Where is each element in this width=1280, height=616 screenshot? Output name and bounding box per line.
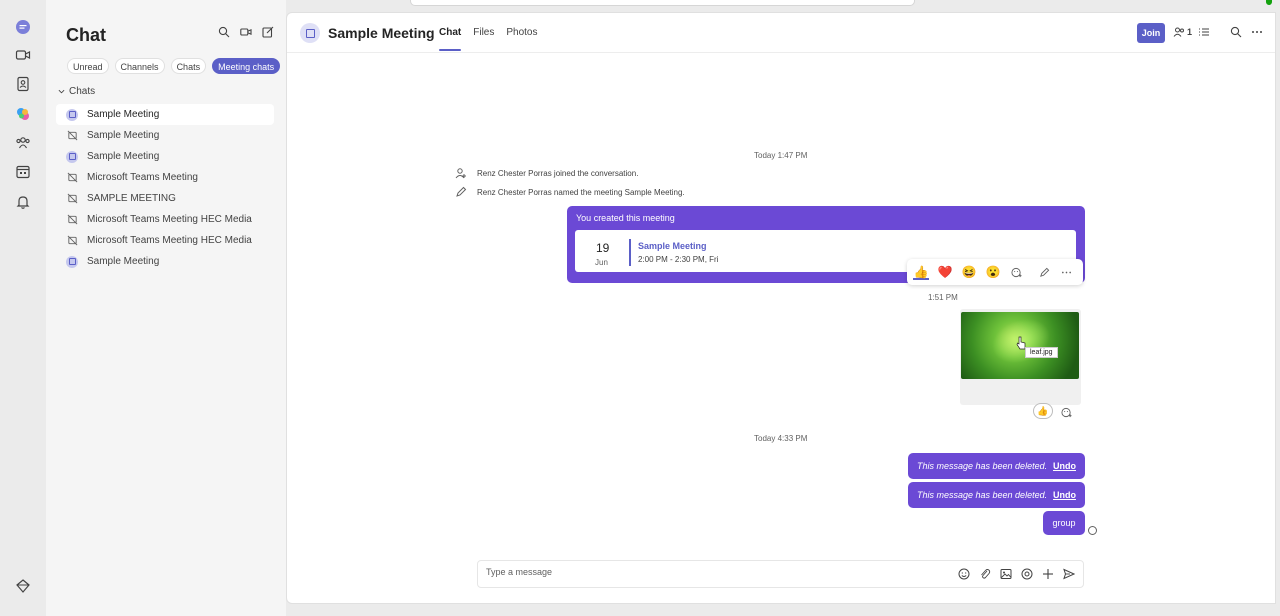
new-chat-icon[interactable] bbox=[262, 25, 274, 39]
edit-icon[interactable] bbox=[1037, 265, 1051, 279]
reaction-toolbar: 👍 ❤️ 😆 😮 bbox=[907, 259, 1083, 285]
pencil-icon bbox=[456, 186, 467, 197]
bell-rail-icon[interactable] bbox=[13, 192, 33, 212]
person-join-icon bbox=[455, 168, 466, 179]
chevron-down-icon bbox=[58, 89, 65, 94]
meeting-off-icon bbox=[66, 214, 78, 226]
section-chats[interactable]: Chats bbox=[58, 86, 95, 97]
deleted-message: This message has been deleted. Undo bbox=[908, 453, 1085, 479]
plus-icon[interactable] bbox=[1042, 568, 1054, 580]
more-options-icon[interactable] bbox=[1059, 265, 1073, 279]
image-icon[interactable] bbox=[1000, 568, 1012, 580]
join-button[interactable]: Join bbox=[1137, 23, 1165, 43]
timestamp: Today 1:47 PM bbox=[754, 151, 808, 160]
search-icon[interactable] bbox=[218, 25, 230, 39]
more-icon[interactable] bbox=[1251, 26, 1263, 38]
chat-item[interactable]: Microsoft Teams Meeting HEC Media bbox=[56, 209, 274, 230]
add-reaction-icon[interactable] bbox=[1061, 405, 1073, 418]
add-reaction-icon[interactable] bbox=[1009, 265, 1023, 279]
chat-item[interactable]: Microsoft Teams Meeting HEC Media bbox=[56, 230, 274, 251]
search-icon[interactable] bbox=[1230, 26, 1242, 38]
list-icon[interactable] bbox=[1198, 26, 1210, 38]
undo-link[interactable]: Undo bbox=[1053, 490, 1076, 500]
attach-icon[interactable] bbox=[979, 568, 991, 580]
chat-list: Sample Meeting Sample Meeting Sample Mee… bbox=[56, 104, 274, 272]
message-time: 1:51 PM bbox=[928, 293, 958, 302]
list-title: Chat bbox=[66, 25, 106, 45]
conversation-pane: Sample Meeting Chat Files Photos Join 1 … bbox=[286, 12, 1276, 604]
app-rail bbox=[0, 0, 46, 616]
filter-unread[interactable]: Unread bbox=[67, 58, 109, 74]
meeting-link[interactable]: Sample Meeting bbox=[638, 241, 707, 251]
chat-item[interactable]: Sample Meeting bbox=[56, 125, 274, 146]
message-input[interactable] bbox=[486, 567, 926, 577]
message-bubble[interactable]: group bbox=[1043, 511, 1085, 535]
filter-channels[interactable]: Channels bbox=[114, 58, 165, 74]
emoji-icon[interactable] bbox=[958, 568, 970, 580]
heart-reaction[interactable]: ❤️ bbox=[937, 264, 953, 280]
chat-item[interactable]: Sample Meeting bbox=[56, 146, 274, 167]
chat-item[interactable]: Sample Meeting bbox=[56, 104, 274, 125]
people-icon bbox=[1173, 27, 1184, 37]
participants-button[interactable]: 1 bbox=[1173, 26, 1192, 38]
contacts-rail-icon[interactable] bbox=[13, 74, 33, 94]
laugh-reaction[interactable]: 😆 bbox=[961, 264, 977, 280]
timestamp: Today 4:33 PM bbox=[754, 434, 808, 443]
system-message: Renz Chester Porras joined the conversat… bbox=[455, 167, 638, 179]
like-reaction[interactable]: 👍 bbox=[913, 264, 929, 280]
send-icon[interactable] bbox=[1063, 568, 1075, 580]
filter-chats[interactable]: Chats bbox=[170, 58, 207, 74]
seen-icon bbox=[1088, 526, 1097, 535]
meeting-icon bbox=[66, 255, 78, 268]
surprised-reaction[interactable]: 😮 bbox=[985, 264, 1001, 280]
meeting-avatar-icon bbox=[300, 23, 320, 43]
calendar-rail-icon[interactable] bbox=[13, 162, 33, 182]
presence-dot bbox=[1266, 0, 1272, 5]
conversation-header: Sample Meeting Chat Files Photos Join 1 bbox=[287, 13, 1275, 53]
chat-list-pane: Chat Unread Channels Chats Meeting chats… bbox=[46, 0, 286, 616]
chat-item[interactable]: SAMPLE MEETING bbox=[56, 188, 274, 209]
meeting-icon bbox=[66, 150, 78, 163]
meeting-icon bbox=[66, 108, 78, 121]
search-bar[interactable] bbox=[410, 0, 915, 6]
system-message: Renz Chester Porras named the meeting Sa… bbox=[455, 186, 685, 198]
chat-item[interactable]: Microsoft Teams Meeting bbox=[56, 167, 274, 188]
like-reaction-chip[interactable]: 👍 bbox=[1033, 403, 1053, 419]
loop-icon[interactable] bbox=[1021, 568, 1033, 580]
file-tooltip: leaf.jpg bbox=[1025, 347, 1058, 358]
filter-meeting-chats[interactable]: Meeting chats bbox=[212, 58, 281, 74]
meeting-off-icon bbox=[66, 193, 78, 205]
apps-diamond-icon[interactable] bbox=[13, 576, 33, 596]
meet-now-icon[interactable] bbox=[240, 25, 252, 39]
page-title: Sample Meeting bbox=[328, 25, 435, 41]
tab-chat[interactable]: Chat bbox=[439, 13, 462, 53]
image-message[interactable]: leaf.jpg bbox=[960, 309, 1081, 405]
copilot-rail-icon[interactable] bbox=[13, 104, 33, 124]
undo-link[interactable]: Undo bbox=[1053, 461, 1076, 471]
video-rail-icon[interactable] bbox=[13, 45, 33, 65]
chat-rail-icon[interactable] bbox=[13, 17, 33, 37]
deleted-message: This message has been deleted. Undo bbox=[908, 482, 1085, 508]
chat-item[interactable]: Sample Meeting bbox=[56, 251, 274, 272]
teams-rail-icon[interactable] bbox=[13, 133, 33, 153]
meeting-off-icon bbox=[66, 130, 78, 142]
meeting-off-icon bbox=[66, 172, 78, 184]
meeting-off-icon bbox=[66, 235, 78, 247]
tab-files[interactable]: Files bbox=[473, 13, 494, 53]
tab-photos[interactable]: Photos bbox=[506, 13, 537, 53]
compose-box bbox=[477, 560, 1084, 588]
